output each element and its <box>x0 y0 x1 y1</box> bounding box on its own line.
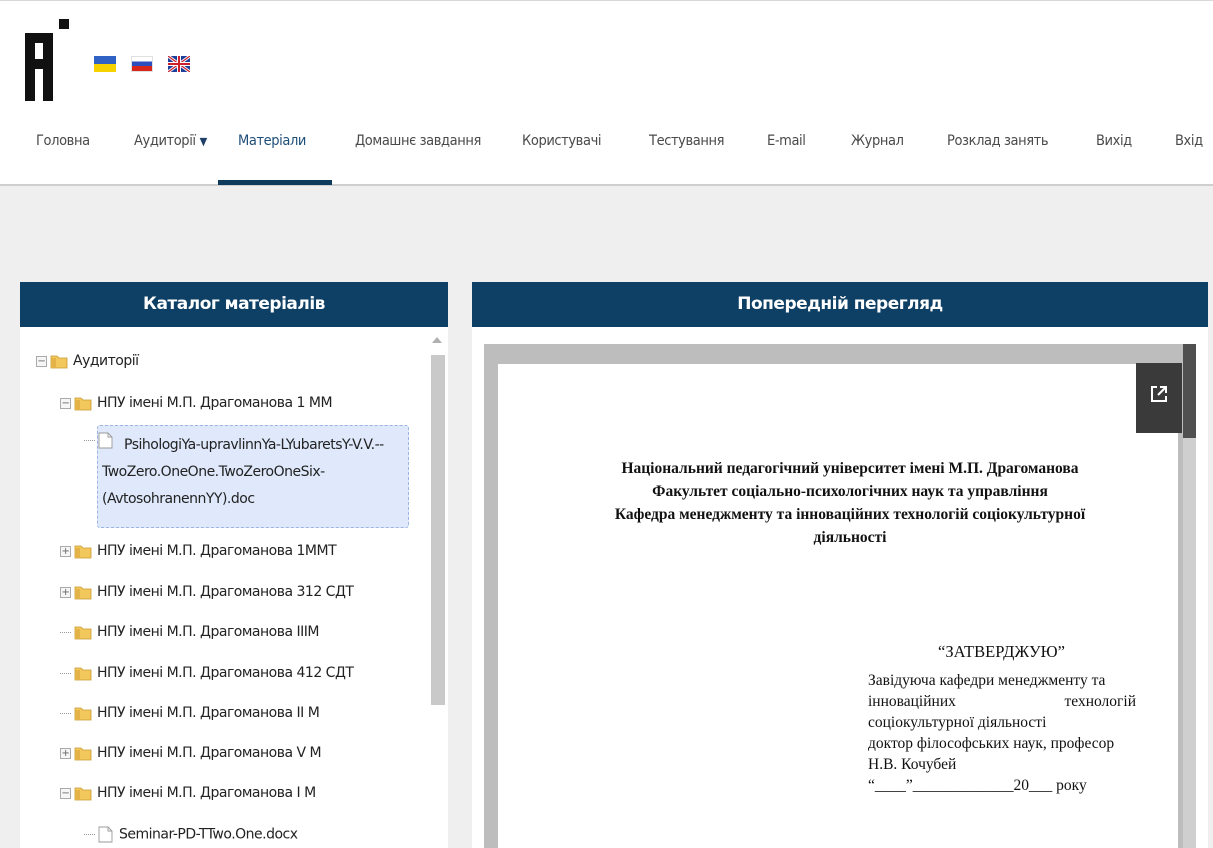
folder-icon <box>74 586 92 600</box>
tree-label: Seminar-PD-TTwo.One.docx <box>119 826 298 843</box>
tree-connector <box>84 440 95 451</box>
tree-node-group[interactable]: НПУ імені М.П. Драгоманова IIIМ <box>60 624 319 640</box>
file-icon <box>98 826 113 843</box>
site-header: Головна Аудиторії ▼ Матеріали Домашнє зав… <box>0 0 1213 186</box>
approve-line: Н.В. Кочубей <box>868 756 957 773</box>
preview-scrollbar[interactable] <box>1183 344 1196 848</box>
nav-item-users[interactable]: Користувачі <box>522 119 602 185</box>
document-heading: Національний педагогічний університет ім… <box>560 457 1140 549</box>
tree-connector <box>60 712 71 724</box>
tree-label: Аудиторії <box>73 353 139 369</box>
doc-heading-line: Факультет соціально-психологічних наук т… <box>652 483 1048 500</box>
nav-active-indicator <box>218 180 332 185</box>
language-switcher <box>94 56 190 72</box>
approve-block: Завідуюча кафедри менеджменту та інновац… <box>868 670 1136 796</box>
tree-label: НПУ імені М.П. Драгоманова II М <box>97 705 320 721</box>
approve-line: соціокультурної діяльності <box>868 714 1047 731</box>
nav-item-home[interactable]: Головна <box>36 119 90 185</box>
expand-icon[interactable]: + <box>60 545 71 557</box>
collapse-icon[interactable]: − <box>60 397 71 409</box>
tree-label: НПУ імені М.П. Драгоманова 1ММТ <box>97 543 337 559</box>
tree-node-group[interactable]: + НПУ імені М.П. Драгоманова V М <box>60 745 322 761</box>
selected-file-line-1: PsihologiYa-upravlinnYa-LYubaretsY-V.V.-… <box>124 437 384 453</box>
tree-node-group[interactable]: + НПУ імені М.П. Драгоманова 312 СДТ <box>60 584 354 600</box>
tree-node-group[interactable]: − НПУ імені М.П. Драгоманова 1 ММ <box>60 395 333 411</box>
tree-node-root[interactable]: − Аудиторії <box>36 353 139 369</box>
scroll-up-arrow-icon[interactable] <box>432 337 442 343</box>
uk-flag-icon[interactable] <box>168 56 190 72</box>
open-in-new-window-button[interactable] <box>1136 363 1182 433</box>
approve-line: інноваційних технологій <box>868 693 1136 710</box>
tree-label: НПУ імені М.П. Драгоманова I М <box>97 785 316 801</box>
folder-icon <box>50 355 68 369</box>
doc-heading-line: діяльності <box>813 529 887 546</box>
approve-line: Завідуюча кафедри менеджменту та <box>868 672 1106 689</box>
ukrainian-flag-icon[interactable] <box>94 56 116 72</box>
approve-line: доктор філософських наук, професор <box>868 735 1115 752</box>
main-nav: Головна Аудиторії ▼ Матеріали Домашнє зав… <box>0 119 1213 185</box>
catalog-title: Каталог матеріалів <box>20 282 448 327</box>
tree-node-group[interactable]: НПУ імені М.П. Драгоманова II М <box>60 705 320 724</box>
folder-icon <box>74 667 92 681</box>
expand-icon[interactable]: + <box>60 586 71 598</box>
nav-item-login[interactable]: Вхід <box>1175 119 1203 185</box>
nav-item-homework[interactable]: Домашнє завдання <box>355 119 481 185</box>
collapse-icon[interactable]: − <box>60 787 71 799</box>
nav-item-email[interactable]: E-mail <box>767 119 806 185</box>
tree-node-group[interactable]: + НПУ імені М.П. Драгоманова 1ММТ <box>60 543 337 559</box>
nav-item-classrooms-label: Аудиторії <box>134 133 196 149</box>
catalog-scrollbar[interactable] <box>428 333 448 848</box>
preview-scroll-thumb[interactable] <box>1183 344 1196 438</box>
nav-item-logout[interactable]: Вихід <box>1096 119 1132 185</box>
folder-icon <box>74 747 92 761</box>
nav-item-classrooms[interactable]: Аудиторії ▼ <box>134 119 207 185</box>
tree-connector <box>84 834 95 845</box>
tree-label: НПУ імені М.П. Драгоманова IIIМ <box>97 624 319 640</box>
expand-icon[interactable]: + <box>60 747 71 759</box>
tree-node-file[interactable]: Seminar-PD-TTwo.One.docx <box>84 826 298 843</box>
nav-item-journal[interactable]: Журнал <box>851 119 904 185</box>
nav-item-testing[interactable]: Тестування <box>649 119 724 185</box>
nav-item-schedule[interactable]: Розклад занять <box>947 119 1049 185</box>
open-external-icon <box>1151 386 1167 402</box>
chevron-down-icon: ▼ <box>199 135 208 148</box>
tree-connector <box>60 672 71 684</box>
preview-title: Попередній перегляд <box>472 282 1208 327</box>
collapse-icon[interactable]: − <box>36 355 47 367</box>
site-logo[interactable] <box>25 19 73 101</box>
tree-label: НПУ імені М.П. Драгоманова 312 СДТ <box>97 584 354 600</box>
folder-icon <box>74 626 92 640</box>
doc-heading-line: Кафедра менеджменту та інноваційних техн… <box>614 506 1086 523</box>
approve-line: “____”_____________20___ року <box>868 777 1087 794</box>
tree-label: НПУ імені М.П. Драгоманова 1 ММ <box>97 395 333 411</box>
tree-node-group[interactable]: − НПУ імені М.П. Драгоманова I М <box>60 785 316 801</box>
tree-node-group[interactable]: НПУ імені М.П. Драгоманова 412 СДТ <box>60 665 354 684</box>
doc-heading-line: Національний педагогічний університет ім… <box>621 460 1079 477</box>
selected-file-line-2: TwoZero.OneOne.TwoZeroOneSix- <box>102 464 325 480</box>
folder-icon <box>74 787 92 801</box>
selected-file-name[interactable]: PsihologiYa-upravlinnYa-LYubaretsY-V.V.-… <box>102 432 407 513</box>
folder-icon <box>74 545 92 559</box>
selected-file-line-3: (AvtosohranennYY).doc <box>102 491 255 507</box>
tree-label: НПУ імені М.П. Драгоманова 412 СДТ <box>97 665 354 681</box>
approve-title: “ЗАТВЕРДЖУЮ” <box>938 642 1065 661</box>
russian-flag-icon[interactable] <box>131 56 153 72</box>
folder-icon <box>74 707 92 721</box>
tree-label: НПУ імені М.П. Драгоманова V М <box>97 745 322 761</box>
nav-item-materials[interactable]: Матеріали <box>238 119 306 185</box>
folder-icon <box>74 397 92 411</box>
catalog-scroll-thumb[interactable] <box>431 355 445 705</box>
tree-connector <box>60 631 71 643</box>
